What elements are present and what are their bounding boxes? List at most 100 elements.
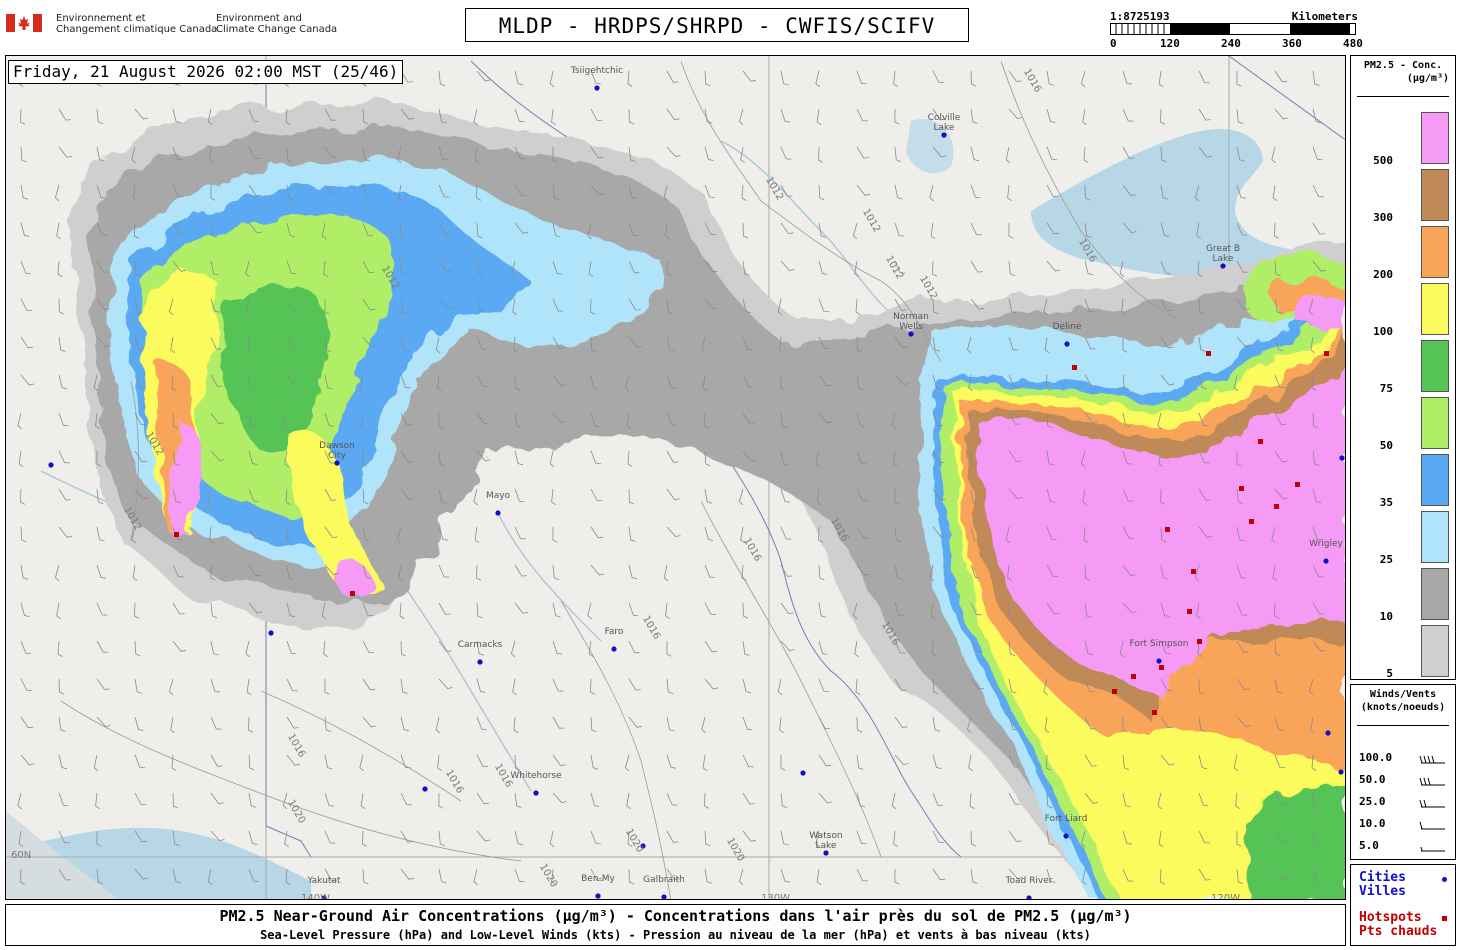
city-dot [268, 630, 274, 636]
city-label: Norman Wells [893, 312, 929, 332]
city-dot [1323, 558, 1329, 564]
hotspot-square-icon [1442, 916, 1447, 921]
map-view[interactable]: Tsiigehtchic Colville Lake Norman Wells Daw… [5, 55, 1346, 900]
city-label: Yakutat [307, 876, 341, 886]
wind-legend-title-line1: Winds/Vents [1369, 689, 1437, 700]
wind-barb-icon [1419, 755, 1445, 764]
city-label: Colville Lake [927, 113, 961, 133]
agency-name-fr: Environnement et Changement climatique C… [56, 13, 217, 35]
wind-legend-row: 25.0 [1359, 795, 1449, 811]
agency-en-line1: Environment and [216, 13, 302, 24]
wind-barb-icon [1419, 799, 1445, 808]
city-dot [1064, 341, 1070, 347]
wind-legend-row: 5.0 [1359, 839, 1449, 855]
pm25-legend: PM2.5 - Conc. (μg/m³) 500 300 200 100 75 50 35… [1350, 55, 1456, 680]
hotspot-marker [1239, 486, 1244, 491]
hotspots-label-line1: Hotspots [1359, 910, 1422, 925]
legend-swatch [1421, 454, 1449, 506]
agency-fr-line2: Changement climatique Canada [56, 24, 218, 35]
pm25-legend-title: PM2.5 - Conc. (μg/m³) [1351, 59, 1455, 85]
legend-swatch [1421, 283, 1449, 335]
wind-barb-icon [1420, 846, 1445, 852]
hotspot-marker [1131, 674, 1136, 679]
caption-title: PM2.5 Near-Ground Air Concentrations (μg… [219, 907, 1132, 925]
city-dot [595, 893, 601, 899]
scale-ratio: 1:8725193 [1110, 10, 1170, 23]
city-dot [908, 331, 914, 337]
hotspot-marker [1258, 439, 1263, 444]
wind-barb-icon [1419, 777, 1445, 786]
city-label: Faro [604, 627, 624, 637]
city-label: Mayo [485, 491, 511, 501]
graticule-label: 140W [301, 893, 330, 900]
hotspot-marker [350, 591, 355, 596]
wind-legend-title: Winds/Vents (knots/noeuds) [1351, 688, 1455, 714]
city-dot [533, 790, 539, 796]
hotspot-marker [1112, 689, 1117, 694]
wind-speed-label: 5.0 [1359, 839, 1379, 852]
hotspot-marker [1165, 527, 1170, 532]
legend-value: 10 [1379, 610, 1393, 623]
city-label: Dawson City [319, 441, 355, 461]
divider [1357, 725, 1449, 726]
wind-barb-icon [1419, 821, 1445, 830]
hotspot-marker [1072, 365, 1077, 370]
city-label: Watson Lake [809, 831, 843, 851]
hotspots-label: Hotspots Pts chauds [1359, 911, 1437, 939]
pm25-legend-unit: (μg/m³) [1406, 73, 1449, 84]
city-label: Deline [1052, 322, 1082, 332]
city-dot [941, 132, 947, 138]
city-dot [1063, 833, 1069, 839]
city-dot [800, 770, 806, 776]
city-dot [594, 85, 600, 91]
graticule-label: 60N [11, 850, 32, 861]
wind-legend: Winds/Vents (knots/noeuds) 100.0 50.0 25.0… [1350, 684, 1456, 860]
city-dot [1339, 455, 1345, 461]
hotspot-marker [1191, 569, 1196, 574]
legend-value: 5 [1386, 667, 1393, 680]
city-label: Carmacks [457, 640, 503, 650]
city-dot [1338, 769, 1344, 775]
legend-swatch [1421, 397, 1449, 449]
cities-label-line2: Villes [1359, 884, 1406, 899]
scale-bar: 1:8725193 Kilometers 0 120 240 360 480 [1108, 10, 1363, 52]
canada-flag-icon [6, 14, 42, 32]
cities-label-line1: Cities [1359, 870, 1406, 885]
hotspot-marker [174, 532, 179, 537]
city-label: Fort Simpson [1129, 639, 1189, 649]
pm25-legend-title-line1: PM2.5 - Conc. [1363, 60, 1443, 71]
wind-legend-row: 100.0 [1359, 751, 1449, 767]
wind-speed-label: 10.0 [1359, 817, 1386, 830]
legend-swatch [1421, 112, 1449, 164]
city-dot [1156, 658, 1162, 664]
wind-legend-unit: (knots/noeuds) [1360, 702, 1446, 713]
model-title: MLDP - HRDPS/SHRPD - CWFIS/SCIFV [465, 8, 969, 42]
divider [1357, 96, 1449, 97]
legend-swatch [1421, 169, 1449, 221]
scale-unit: Kilometers [1291, 10, 1358, 23]
wind-speed-label: 50.0 [1359, 773, 1386, 786]
wind-legend-row: 50.0 [1359, 773, 1449, 789]
legend-value: 25 [1379, 553, 1393, 566]
legend-value: 35 [1379, 496, 1393, 509]
legend-value: 50 [1379, 439, 1393, 452]
graticule-label: 120W [1211, 893, 1240, 900]
city-dot [1220, 263, 1226, 269]
agency-en-line2: Climate Change Canada [216, 24, 338, 35]
point-legend: Cities Villes Hotspots Pts chauds [1350, 864, 1456, 946]
legend-value: 500 [1373, 154, 1393, 167]
hotspot-marker [1187, 609, 1192, 614]
city-label: Tsiigehtchic [570, 66, 624, 76]
city-label: Wrigley [1309, 539, 1343, 549]
legend-swatch [1421, 568, 1449, 620]
map-canvas[interactable] [6, 56, 1346, 900]
legend-value: 100 [1373, 325, 1393, 338]
hotspot-marker [1324, 351, 1329, 356]
legend-swatch [1421, 226, 1449, 278]
graticule-label: 130W [761, 893, 790, 900]
city-dot [48, 462, 54, 468]
city-dot [1325, 730, 1331, 736]
scale-bar-graphic [1110, 23, 1356, 35]
city-label: Fort Liard [1044, 814, 1088, 824]
city-dot [611, 646, 617, 652]
